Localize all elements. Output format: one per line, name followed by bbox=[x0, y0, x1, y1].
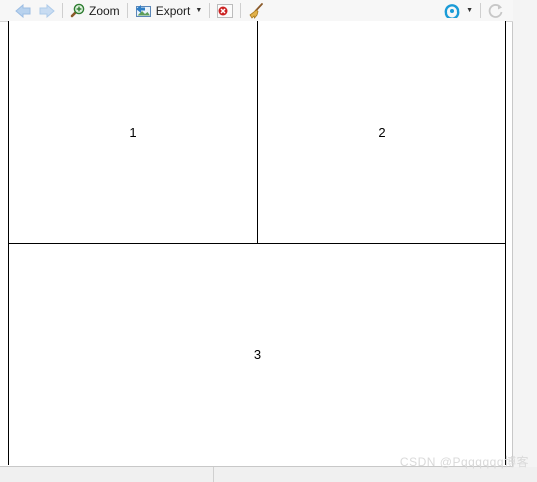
export-button[interactable]: Export ▼ bbox=[132, 1, 206, 20]
export-image-icon bbox=[135, 4, 152, 18]
panel-label: 1 bbox=[129, 124, 137, 140]
publish-button[interactable]: ▼ bbox=[440, 1, 476, 20]
broom-icon bbox=[248, 2, 264, 19]
chevron-down-icon: ▼ bbox=[195, 7, 203, 14]
remove-plot-button[interactable] bbox=[214, 1, 236, 20]
plot-panel-2: 2 bbox=[258, 21, 506, 244]
export-label: Export bbox=[155, 3, 191, 18]
clear-all-button[interactable] bbox=[245, 1, 267, 20]
back-button[interactable] bbox=[12, 1, 34, 20]
plot-panel-3: 3 bbox=[9, 244, 506, 465]
plot-panel-1: 1 bbox=[9, 21, 258, 244]
panel-label: 3 bbox=[253, 347, 262, 362]
watermark: CSDN @Pqqqqqq博客 bbox=[399, 455, 529, 469]
vertical-scrollbar[interactable] bbox=[513, 0, 537, 467]
zoom-button[interactable]: Zoom bbox=[67, 1, 123, 20]
arrow-left-icon bbox=[15, 3, 31, 18]
publish-icon bbox=[443, 3, 461, 20]
toolbar-divider bbox=[126, 3, 128, 18]
arrow-right-icon bbox=[39, 3, 55, 18]
chevron-down-icon: ▼ bbox=[466, 7, 473, 14]
toolbar-divider bbox=[209, 3, 211, 18]
forward-button[interactable] bbox=[36, 1, 58, 20]
magnifier-icon bbox=[70, 3, 85, 18]
plots-toolbar: Zoom Export ▼ ▼ bbox=[0, 0, 513, 22]
plots-pane: Zoom Export ▼ ▼ 1 2 3 bbox=[0, 0, 513, 467]
toolbar-divider bbox=[62, 3, 63, 18]
toolbar-divider bbox=[240, 3, 242, 18]
refresh-button[interactable] bbox=[485, 1, 507, 20]
panel-label: 2 bbox=[378, 124, 386, 140]
remove-plot-icon bbox=[217, 3, 234, 18]
plot-area: 1 2 3 bbox=[8, 21, 506, 465]
toolbar-divider bbox=[480, 3, 481, 18]
refresh-icon bbox=[488, 3, 504, 19]
zoom-label: Zoom bbox=[89, 3, 120, 18]
